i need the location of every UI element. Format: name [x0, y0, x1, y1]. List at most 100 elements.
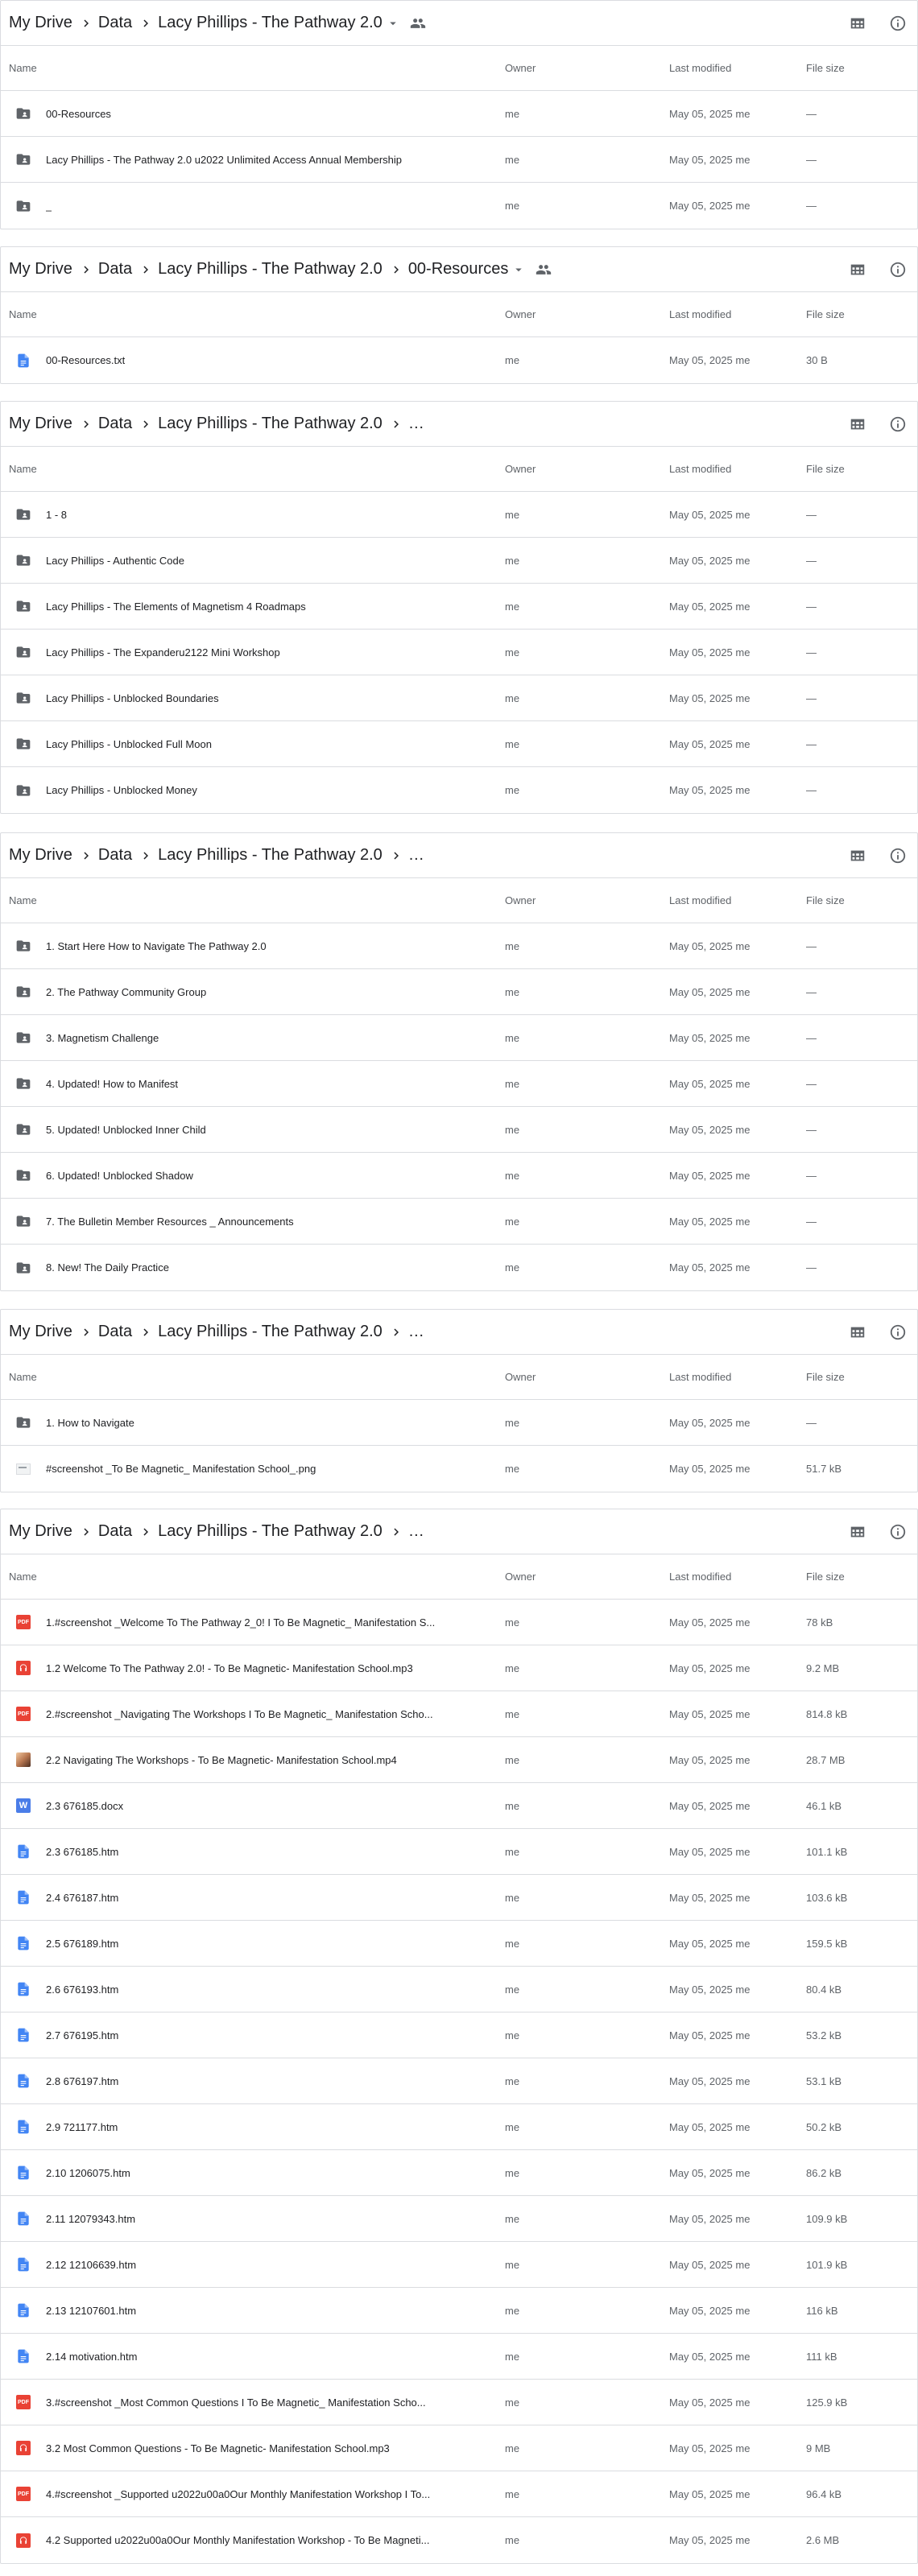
file-name[interactable]: 1 - 8	[46, 509, 67, 521]
file-row[interactable]: 2.7 676195.htm me May 05, 2025 me 53.2 kB	[1, 2013, 917, 2058]
file-row[interactable]: PDF 4.#screenshot _Supported u2022u00a0Ou…	[1, 2471, 917, 2517]
breadcrumb-item[interactable]: Lacy Phillips - The Pathway 2.0	[158, 260, 382, 279]
file-row[interactable]: #screenshot _To Be Magnetic_ Manifestati…	[1, 1446, 917, 1492]
file-name[interactable]: 2.#screenshot _Navigating The Workshops …	[46, 1708, 433, 1720]
breadcrumb-overflow[interactable]: …	[408, 1522, 424, 1541]
file-row[interactable]: 2.9 721177.htm me May 05, 2025 me 50.2 kB	[1, 2104, 917, 2150]
column-header-modified[interactable]: Last modified	[669, 463, 806, 475]
file-row[interactable]: Lacy Phillips - Unblocked Boundaries me Ma…	[1, 675, 917, 721]
file-name[interactable]: 2.3 676185.docx	[46, 1800, 123, 1812]
file-row[interactable]: 00-Resources me May 05, 2025 me —	[1, 91, 917, 137]
file-name[interactable]: 2. The Pathway Community Group	[46, 986, 206, 998]
file-name[interactable]: 1. How to Navigate	[46, 1417, 134, 1429]
file-row[interactable]: 1. How to Navigate me May 05, 2025 me —	[1, 1400, 917, 1446]
grid-view-icon[interactable]	[843, 255, 872, 284]
column-header-name[interactable]: Name	[1, 62, 505, 74]
grid-view-icon[interactable]	[843, 841, 872, 870]
file-name[interactable]: 2.5 676189.htm	[46, 1938, 118, 1950]
breadcrumb-item[interactable]: My Drive	[9, 1522, 72, 1541]
info-icon[interactable]	[883, 9, 912, 38]
file-row[interactable]: Lacy Phillips - Authentic Code me May 05, …	[1, 538, 917, 584]
file-row[interactable]: 2. The Pathway Community Group me May 05, …	[1, 969, 917, 1015]
file-row[interactable]: 1. Start Here How to Navigate The Pathwa…	[1, 923, 917, 969]
file-row[interactable]: PDF 3.#screenshot _Most Common Questions …	[1, 2380, 917, 2425]
file-row[interactable]: 8. New! The Daily Practice me May 05, 2025…	[1, 1245, 917, 1290]
breadcrumb-overflow[interactable]: …	[408, 415, 424, 433]
file-name[interactable]: 1.#screenshot _Welcome To The Pathway 2_…	[46, 1616, 435, 1629]
grid-view-icon[interactable]	[843, 1517, 872, 1546]
breadcrumb-item[interactable]: Lacy Phillips - The Pathway 2.0	[158, 14, 382, 32]
breadcrumb-item[interactable]: 00-Resources	[408, 260, 509, 279]
file-row[interactable]: _ me May 05, 2025 me —	[1, 183, 917, 229]
info-icon[interactable]	[883, 255, 912, 284]
file-row[interactable]: Lacy Phillips - Unblocked Money me May 05,…	[1, 767, 917, 813]
grid-view-icon[interactable]	[843, 410, 872, 439]
column-header-modified[interactable]: Last modified	[669, 62, 806, 74]
file-name[interactable]: Lacy Phillips - The Pathway 2.0 u2022 Un…	[46, 154, 402, 166]
file-name[interactable]: 2.7 676195.htm	[46, 2029, 118, 2041]
file-row[interactable]: 2.13 12107601.htm me May 05, 2025 me 116 kB	[1, 2288, 917, 2334]
column-header-size[interactable]: File size	[806, 1371, 917, 1383]
column-header-modified[interactable]: Last modified	[669, 308, 806, 320]
file-row[interactable]: 4. Updated! How to Manifest me May 05, 202…	[1, 1061, 917, 1107]
file-name[interactable]: 7. The Bulletin Member Resources _ Annou…	[46, 1216, 294, 1228]
file-name[interactable]: Lacy Phillips - Unblocked Money	[46, 784, 197, 796]
file-name[interactable]: Lacy Phillips - Authentic Code	[46, 555, 184, 567]
column-header-size[interactable]: File size	[806, 1571, 917, 1583]
column-header-modified[interactable]: Last modified	[669, 1371, 806, 1383]
file-name[interactable]: 2.9 721177.htm	[46, 2121, 118, 2133]
file-name[interactable]: 2.14 motivation.htm	[46, 2351, 137, 2363]
file-row[interactable]: 4.2 Supported u2022u00a0Our Monthly Mani…	[1, 2517, 917, 2563]
file-row[interactable]: 2.11 12079343.htm me May 05, 2025 me 109.9 …	[1, 2196, 917, 2242]
file-name[interactable]: 3. Magnetism Challenge	[46, 1032, 159, 1044]
file-name[interactable]: 2.2 Navigating The Workshops - To Be Mag…	[46, 1754, 397, 1766]
file-name[interactable]: Lacy Phillips - The Expanderu2122 Mini W…	[46, 646, 280, 658]
file-name[interactable]: 1.2 Welcome To The Pathway 2.0! - To Be …	[46, 1662, 413, 1674]
column-header-name[interactable]: Name	[1, 1371, 505, 1383]
file-row[interactable]: 2.8 676197.htm me May 05, 2025 me 53.1 kB	[1, 2058, 917, 2104]
column-header-owner[interactable]: Owner	[505, 463, 669, 475]
breadcrumb-item[interactable]: My Drive	[9, 14, 72, 32]
breadcrumb-overflow[interactable]: …	[408, 846, 424, 865]
file-row[interactable]: PDF 2.#screenshot _Navigating The Worksho…	[1, 1691, 917, 1737]
file-row[interactable]: 5. Updated! Unblocked Inner Child me May 0…	[1, 1107, 917, 1153]
file-name[interactable]: #screenshot _To Be Magnetic_ Manifestati…	[46, 1463, 316, 1475]
breadcrumb-item[interactable]: My Drive	[9, 846, 72, 865]
file-name[interactable]: Lacy Phillips - Unblocked Full Moon	[46, 738, 212, 750]
file-name[interactable]: 5. Updated! Unblocked Inner Child	[46, 1124, 206, 1136]
file-name[interactable]: Lacy Phillips - The Elements of Magnetis…	[46, 601, 306, 613]
file-row[interactable]: Lacy Phillips - The Elements of Magnetis…	[1, 584, 917, 630]
breadcrumb-item[interactable]: Data	[98, 415, 132, 433]
file-name[interactable]: 1. Start Here How to Navigate The Pathwa…	[46, 940, 267, 952]
breadcrumb-item[interactable]: My Drive	[9, 1323, 72, 1341]
column-header-name[interactable]: Name	[1, 463, 505, 475]
column-header-size[interactable]: File size	[806, 62, 917, 74]
file-name[interactable]: 2.3 676185.htm	[46, 1846, 118, 1858]
column-header-name[interactable]: Name	[1, 894, 505, 906]
breadcrumb-item[interactable]: Data	[98, 846, 132, 865]
column-header-modified[interactable]: Last modified	[669, 894, 806, 906]
file-name[interactable]: 2.4 676187.htm	[46, 1892, 118, 1904]
info-icon[interactable]	[883, 1318, 912, 1347]
breadcrumb-item[interactable]: Data	[98, 1323, 132, 1341]
file-row[interactable]: 00-Resources.txt me May 05, 2025 me 30 B	[1, 337, 917, 383]
file-name[interactable]: 2.10 1206075.htm	[46, 2167, 130, 2179]
file-row[interactable]: 2.12 12106639.htm me May 05, 2025 me 101.9 …	[1, 2242, 917, 2288]
file-row[interactable]: 1 - 8 me May 05, 2025 me —	[1, 492, 917, 538]
file-row[interactable]: Lacy Phillips - Unblocked Full Moon me May…	[1, 721, 917, 767]
column-header-owner[interactable]: Owner	[505, 1371, 669, 1383]
file-row[interactable]: 2.4 676187.htm me May 05, 2025 me 103.6 kB	[1, 1875, 917, 1921]
file-row[interactable]: 3. Magnetism Challenge me May 05, 2025 me —	[1, 1015, 917, 1061]
file-name[interactable]: 2.13 12107601.htm	[46, 2305, 136, 2317]
breadcrumb-item[interactable]: My Drive	[9, 260, 72, 279]
file-name[interactable]: 2.11 12079343.htm	[46, 2213, 135, 2225]
column-header-owner[interactable]: Owner	[505, 1571, 669, 1583]
file-row[interactable]: Lacy Phillips - The Pathway 2.0 u2022 Un…	[1, 137, 917, 183]
column-header-owner[interactable]: Owner	[505, 894, 669, 906]
column-header-name[interactable]: Name	[1, 308, 505, 320]
file-name[interactable]: 3.2 Most Common Questions - To Be Magnet…	[46, 2442, 390, 2454]
breadcrumb-item[interactable]: Data	[98, 14, 132, 32]
file-name[interactable]: 4.2 Supported u2022u00a0Our Monthly Mani…	[46, 2534, 429, 2546]
info-icon[interactable]	[883, 410, 912, 439]
info-icon[interactable]	[883, 1517, 912, 1546]
